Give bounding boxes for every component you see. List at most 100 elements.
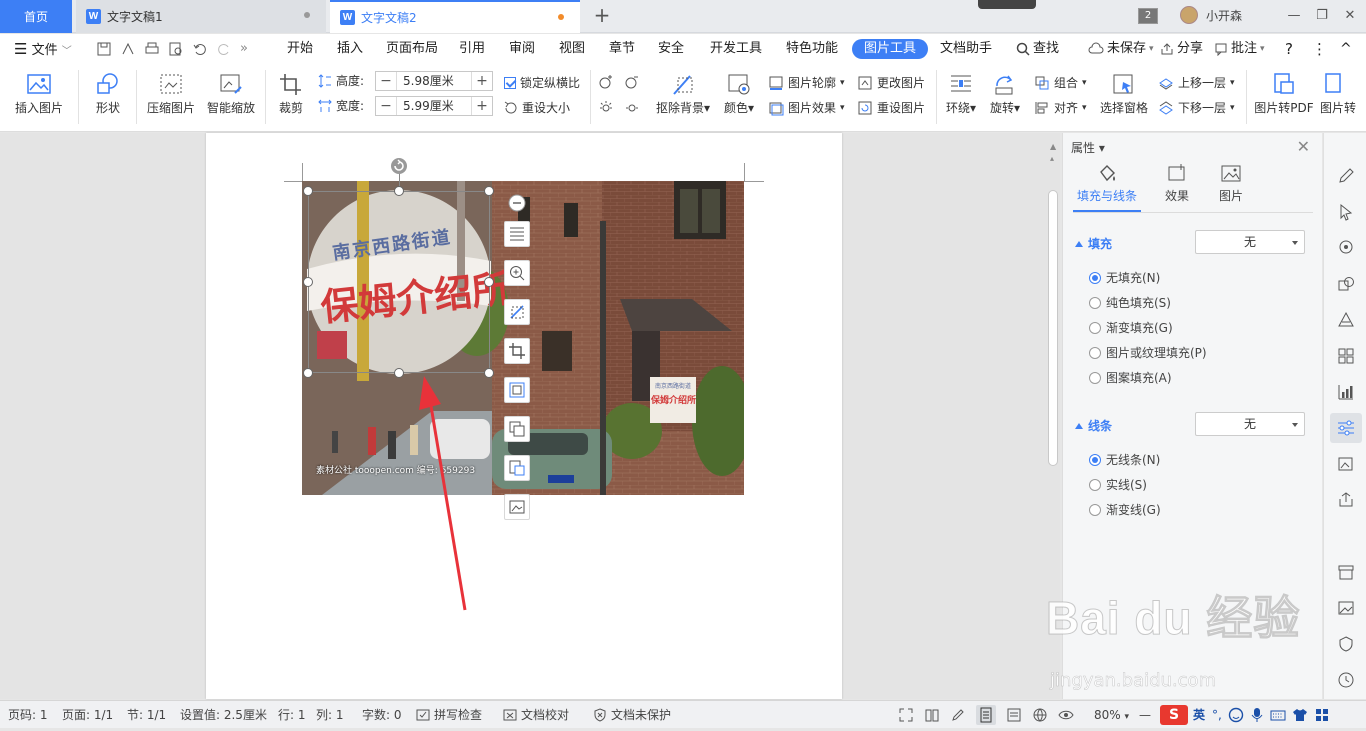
line-option-none[interactable]: 无线条(N) <box>1089 451 1160 468</box>
resize-handle-top-left[interactable] <box>303 186 313 196</box>
zoom-out-button[interactable]: — <box>1139 701 1151 729</box>
selection-pane-button[interactable]: 选择窗格 <box>1098 72 1150 116</box>
close-panel-icon[interactable]: ✕ <box>1297 137 1310 156</box>
read-mode-icon[interactable] <box>924 707 940 723</box>
shapes-tool[interactable] <box>1335 273 1357 295</box>
smart-zoom-button[interactable]: 智能缩放 <box>203 72 259 116</box>
toolbox-grid-icon[interactable] <box>1314 707 1330 723</box>
add-point-icon[interactable] <box>598 74 614 90</box>
color-button[interactable]: 颜色▾ <box>718 72 760 116</box>
edit-tool[interactable] <box>1335 165 1357 187</box>
picture-frame-button[interactable] <box>504 377 530 403</box>
align-button[interactable]: 对齐 ▾ <box>1034 99 1087 116</box>
resize-handle-top[interactable] <box>394 186 404 196</box>
crop-quick-button[interactable] <box>504 338 530 364</box>
line-option-solid[interactable]: 实线(S) <box>1089 476 1147 493</box>
more-options-button[interactable]: ⋮ <box>1312 34 1327 64</box>
resize-handle-bottom-right[interactable] <box>484 368 494 378</box>
tab-close-dot[interactable] <box>304 12 310 18</box>
sogou-ime-icon[interactable]: S <box>1160 705 1188 725</box>
change-picture-button[interactable]: 更改图片 <box>857 74 925 91</box>
keyboard-icon[interactable] <box>1270 707 1286 723</box>
fill-option-picture-texture[interactable]: 图片或纹理填充(P) <box>1089 344 1207 361</box>
group-button[interactable]: 组合 ▾ <box>1034 74 1087 91</box>
window-count-badge[interactable]: 2 <box>1138 8 1158 24</box>
resize-handle-left[interactable] <box>303 277 313 287</box>
microphone-icon[interactable] <box>1250 707 1264 723</box>
bring-forward-button[interactable]: 上移一层 ▾ <box>1158 74 1235 91</box>
status-setting-value[interactable]: 设置值: 2.5厘米 <box>180 701 267 729</box>
gallery-tool[interactable] <box>1335 453 1357 475</box>
apps-tool[interactable] <box>1335 345 1357 367</box>
copy-picture-button[interactable] <box>504 416 530 442</box>
print-preview-icon[interactable] <box>168 41 184 57</box>
menu-references[interactable]: 引用 <box>459 34 485 64</box>
menu-insert[interactable]: 插入 <box>337 34 363 64</box>
more-picture-tools-button[interactable] <box>504 494 530 520</box>
height-increase-button[interactable]: + <box>472 72 492 90</box>
redo-icon[interactable] <box>216 41 232 57</box>
insert-picture-button[interactable]: 插入图片 <box>8 72 70 116</box>
collapse-tools-icon[interactable] <box>508 194 526 212</box>
status-word-count[interactable]: 字数: 0 <box>362 701 402 729</box>
status-page-number[interactable]: 页码: 1 <box>8 701 48 729</box>
rotate-button[interactable]: 旋转▾ <box>986 72 1024 116</box>
height-stepper[interactable]: − 5.98厘米 + <box>375 71 493 91</box>
tab-fill-and-line[interactable]: 填充与线条 <box>1075 163 1139 204</box>
page-view-active[interactable] <box>976 705 996 725</box>
resize-handle-bottom[interactable] <box>394 368 404 378</box>
share-tool[interactable] <box>1335 489 1357 511</box>
picture-to-pdf-button[interactable]: 图片转PDF <box>1252 72 1316 116</box>
brightness-up-icon[interactable] <box>598 99 614 115</box>
width-decrease-button[interactable]: − <box>376 97 396 115</box>
tab-document-1[interactable]: W 文字文稿1 <box>76 0 326 33</box>
help-button[interactable]: ? <box>1285 34 1293 64</box>
lock-aspect-ratio-checkbox[interactable]: 锁定纵横比 <box>504 74 580 91</box>
status-pages[interactable]: 页面: 1/1 <box>62 701 113 729</box>
picture-effects-button[interactable]: 图片效果 ▾ <box>768 99 845 116</box>
properties-tool[interactable] <box>1330 413 1362 443</box>
comment-button[interactable]: 批注 ▾ <box>1214 34 1265 64</box>
write-mode-icon[interactable] <box>950 707 966 723</box>
zoom-level[interactable]: 80% ▾ <box>1094 701 1129 729</box>
picture-outline-button[interactable]: 图片轮廓 ▾ <box>768 74 845 91</box>
line-option-gradient[interactable]: 渐变线(G) <box>1089 501 1161 518</box>
menu-start[interactable]: 开始 <box>287 34 313 64</box>
fill-option-solid[interactable]: 纯色填充(S) <box>1089 294 1171 311</box>
status-column[interactable]: 列: 1 <box>316 701 344 729</box>
height-input[interactable]: 5.98厘米 <box>396 72 472 90</box>
eye-protection-icon[interactable] <box>1058 707 1074 723</box>
punctuation-icon[interactable]: °, <box>1212 701 1222 729</box>
resize-handle-right[interactable] <box>484 277 494 287</box>
line-section-title[interactable]: 线条 <box>1075 417 1112 434</box>
emoji-icon[interactable] <box>1228 707 1244 723</box>
layout-options-button[interactable] <box>504 221 530 247</box>
tab-home[interactable]: 首页 <box>0 0 72 33</box>
menu-security[interactable]: 安全 <box>658 34 684 64</box>
undo-icon[interactable] <box>192 41 208 57</box>
picture-to-text-quick-button[interactable] <box>504 455 530 481</box>
width-input[interactable]: 5.99厘米 <box>396 97 472 115</box>
print-icon[interactable] <box>144 41 160 57</box>
scrollbar-thumb[interactable] <box>1048 190 1058 466</box>
status-section[interactable]: 节: 1/1 <box>127 701 166 729</box>
style-tool[interactable] <box>1335 309 1357 331</box>
width-increase-button[interactable]: + <box>472 97 492 115</box>
menu-picture-tools[interactable]: 图片工具 <box>852 39 929 59</box>
document-protection-button[interactable]: 文档未保护 <box>593 701 671 729</box>
remove-background-quick-button[interactable] <box>504 299 530 325</box>
fill-section-title[interactable]: 填充 <box>1075 235 1112 252</box>
more-chevrons-icon[interactable]: » <box>240 34 248 64</box>
vertical-scrollbar[interactable]: ▲ ▴ <box>1046 140 1060 696</box>
picture-to-text-button[interactable]: 图片转 <box>1320 72 1360 116</box>
new-tab-button[interactable]: + <box>590 4 614 28</box>
menu-page-layout[interactable]: 页面布局 <box>386 34 438 64</box>
tab-effects[interactable]: 效果 <box>1147 163 1207 204</box>
reset-picture-button[interactable]: 重设图片 <box>857 99 925 116</box>
close-window-icon[interactable]: ✕ <box>1336 4 1364 28</box>
image-tool[interactable] <box>1335 597 1357 619</box>
fill-option-gradient[interactable]: 渐变填充(G) <box>1089 319 1173 336</box>
search-button[interactable]: 查找 <box>1016 34 1059 64</box>
fill-select[interactable]: 无 <box>1195 230 1305 254</box>
resize-handle-top-right[interactable] <box>484 186 494 196</box>
